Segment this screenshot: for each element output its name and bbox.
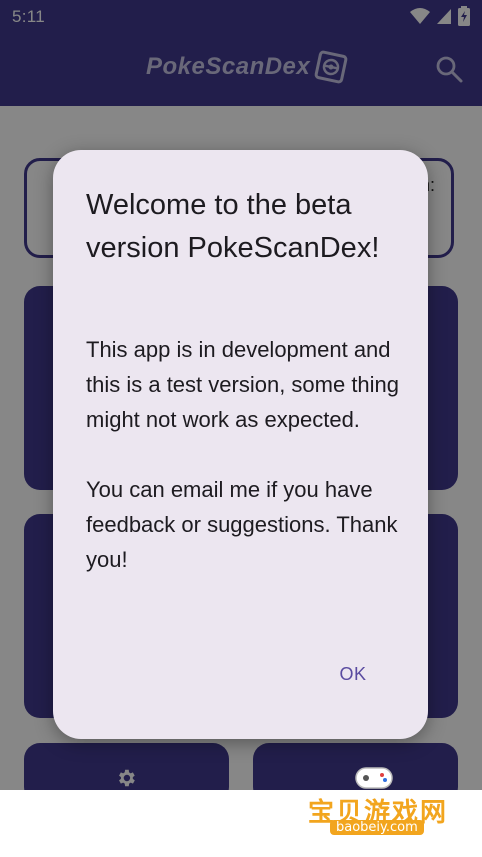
watermark-swoosh (307, 836, 445, 850)
gamepad-icon (355, 767, 393, 789)
watermark: 宝贝游戏网 baobeiy.com (302, 762, 452, 854)
welcome-dialog: Welcome to the beta version PokeScanDex!… (53, 150, 428, 739)
dialog-title: Welcome to the beta version PokeScanDex! (86, 189, 380, 264)
dialog-body: This app is in development and this is a… (86, 332, 406, 577)
watermark-url: baobeiy.com (330, 820, 424, 835)
dialog-body-paragraph: You can email me if you have feedback or… (86, 477, 398, 572)
dialog-body-paragraph: This app is in development and this is a… (86, 337, 400, 432)
ok-button[interactable]: OK (329, 654, 377, 694)
